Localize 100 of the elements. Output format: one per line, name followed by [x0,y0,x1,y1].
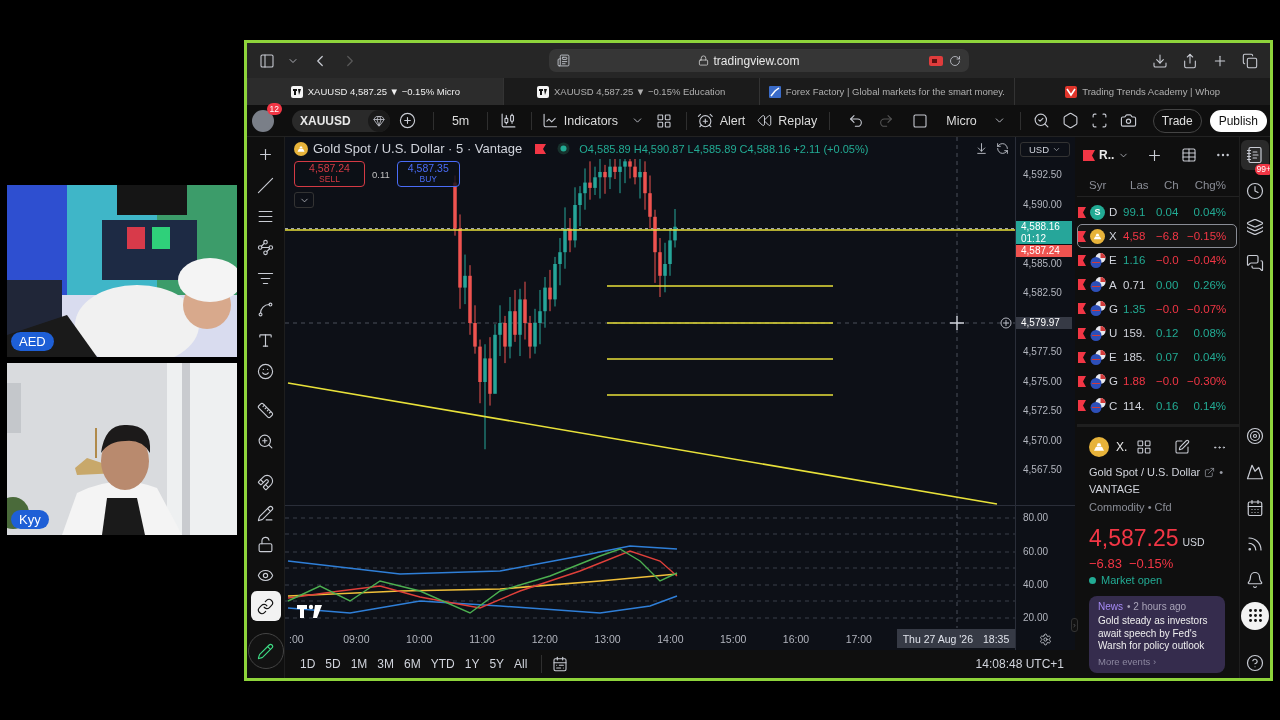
sync-icon[interactable] [996,142,1009,155]
sidebar-icon[interactable] [259,52,275,69]
publish-button[interactable]: Publish [1209,109,1268,132]
share-icon[interactable] [1182,52,1198,69]
watchlist-title[interactable]: R.. [1099,148,1115,162]
calendar-icon [1246,498,1264,517]
rewind-icon[interactable] [757,113,773,128]
undo-icon[interactable] [848,112,865,129]
search-icon[interactable] [1032,112,1050,129]
column-header[interactable]: Chg% [1194,178,1226,191]
watchlist-row[interactable]: E 185. 0.07 0.04% [1077,345,1237,370]
magnet-icon [257,473,274,491]
external-link-icon[interactable] [1204,466,1216,478]
range-button[interactable]: 3M [373,657,399,671]
layout-icon[interactable] [656,112,673,129]
symbol-cell-text: E [1109,254,1118,267]
flag-icon [1083,149,1095,161]
news-card[interactable]: News • 2 hours ago Gold steady as investors await speech by Fed's Warsh for policy outlook More events › [1089,596,1225,673]
drawing-tool-button[interactable] [250,591,281,621]
watchlist-row[interactable]: C 114. 0.16 0.14% [1077,393,1237,418]
download-icon[interactable] [1152,52,1168,69]
currency-text: USD [1182,536,1205,548]
lock-icon [698,55,710,66]
change-text: −6.83 [1089,556,1122,571]
flag-pair-icon [1090,349,1106,365]
range-button[interactable]: 1M [346,657,372,671]
spread-value: 0.11 [372,168,390,180]
price-text: 4,587.25 [1089,525,1179,552]
chat-icon [1246,254,1264,272]
arrow-down-icon[interactable] [975,142,988,155]
layout-icon[interactable] [1136,439,1152,455]
pencil-button[interactable] [247,633,284,669]
column-header[interactable]: Ch [1164,178,1194,191]
symbol-field[interactable]: XAUUSD [292,109,390,132]
column-header[interactable]: Syr [1089,178,1130,191]
change-percent-cell: −0.04% [1187,254,1227,267]
edit-icon[interactable] [1174,439,1190,455]
countdown-text: 01:12 [1021,232,1048,244]
address-bar[interactable]: tradingview.com [548,49,969,72]
replay-button[interactable]: Replay [778,113,818,128]
change-percent-cell-text: 0.04% [1192,206,1226,219]
indicators-button[interactable]: Indicators [563,113,619,128]
time-tick: 14:00 [656,633,685,645]
sidebar-button[interactable] [1241,600,1269,631]
range-button[interactable]: YTD [426,657,459,671]
flag-icon [1078,279,1086,291]
broadcast-icon [1246,534,1264,553]
price-tick: 4,570.00 [1023,434,1062,447]
column-header[interactable]: Las [1130,178,1164,191]
more-events-link[interactable]: More events › [1098,655,1217,667]
change-cell-text: 0.00 [1156,278,1180,291]
tab-title: Forex Factory | Global markets for the smart money. [785,86,1005,97]
alarm-icon[interactable] [697,112,714,129]
chevron-right-icon [1072,621,1077,629]
bid-price-tag: 4,587.24 [1016,245,1072,257]
buy-button[interactable]: 4,587.35 BUY [396,161,460,187]
watchlist-row[interactable]: E 1.16 −0.0 −0.04% [1077,248,1237,273]
collapse-handle[interactable] [1071,618,1078,632]
camera-icon[interactable] [1119,112,1137,129]
layout-name-button[interactable]: Micro [946,113,977,128]
range-button[interactable]: 5Y [485,657,509,671]
add-level-icon[interactable] [1000,317,1012,329]
fullscreen-icon[interactable] [1090,112,1108,129]
sell-button[interactable]: 4,587.24 SELL [294,161,365,187]
watchlist-row[interactable]: A 0.71 0.00 0.26% [1077,272,1237,297]
table-icon[interactable] [1181,147,1197,163]
flag-icon [535,143,547,154]
indicators-icon[interactable] [542,112,559,129]
time-tick: 10:00 [405,633,434,645]
candles-icon[interactable] [500,112,518,129]
flag-icon [1078,254,1086,266]
price-tick: 4,577.50 [1023,346,1062,358]
change-percent-cell-text: 0.08% [1192,327,1226,340]
market-status: Market open [1101,574,1163,586]
flag-pair-icon [1090,252,1106,268]
alert-button[interactable]: Alert [719,113,746,128]
reload-icon[interactable] [948,54,961,67]
flag-icon [1078,327,1086,339]
price-tick: 4,590.00 [1023,198,1062,211]
watchlist-row[interactable]: G 1.88 −0.0 −0.30% [1077,369,1237,394]
flag-icon [1078,351,1086,363]
change-cell-text: 0.12 [1156,327,1180,340]
watchlist-row[interactable]: U 159. 0.12 0.08% [1077,320,1237,346]
browser-tab[interactable]: XAUUSD 4,587.25 ▼ −0.15% Micro [247,78,503,105]
calendar-icon[interactable] [552,656,569,672]
change-cell-text: −0.0 [1156,375,1180,388]
square-icon[interactable] [912,112,929,129]
watchlist-row[interactable]: G 1.35 −0.0 −0.07% [1077,296,1237,321]
range-button[interactable]: 6M [400,657,425,671]
currency-dropdown[interactable]: USD [1020,142,1070,157]
range-button[interactable]: 1D [296,657,320,671]
add-icon[interactable] [398,112,416,129]
tabs-icon[interactable] [1242,52,1258,69]
range-button[interactable]: All [510,657,532,671]
sidebar-button[interactable] [1241,140,1269,170]
range-button[interactable]: 5D [321,657,345,671]
interval-button[interactable]: 5m [451,113,470,128]
watchlist-row[interactable]: S D 99.1 0.04 0.04% [1077,200,1237,225]
range-button[interactable]: 1Y [460,657,484,671]
watchlist-row[interactable]: X 4,58 −6.8 −0.15% [1077,224,1237,249]
